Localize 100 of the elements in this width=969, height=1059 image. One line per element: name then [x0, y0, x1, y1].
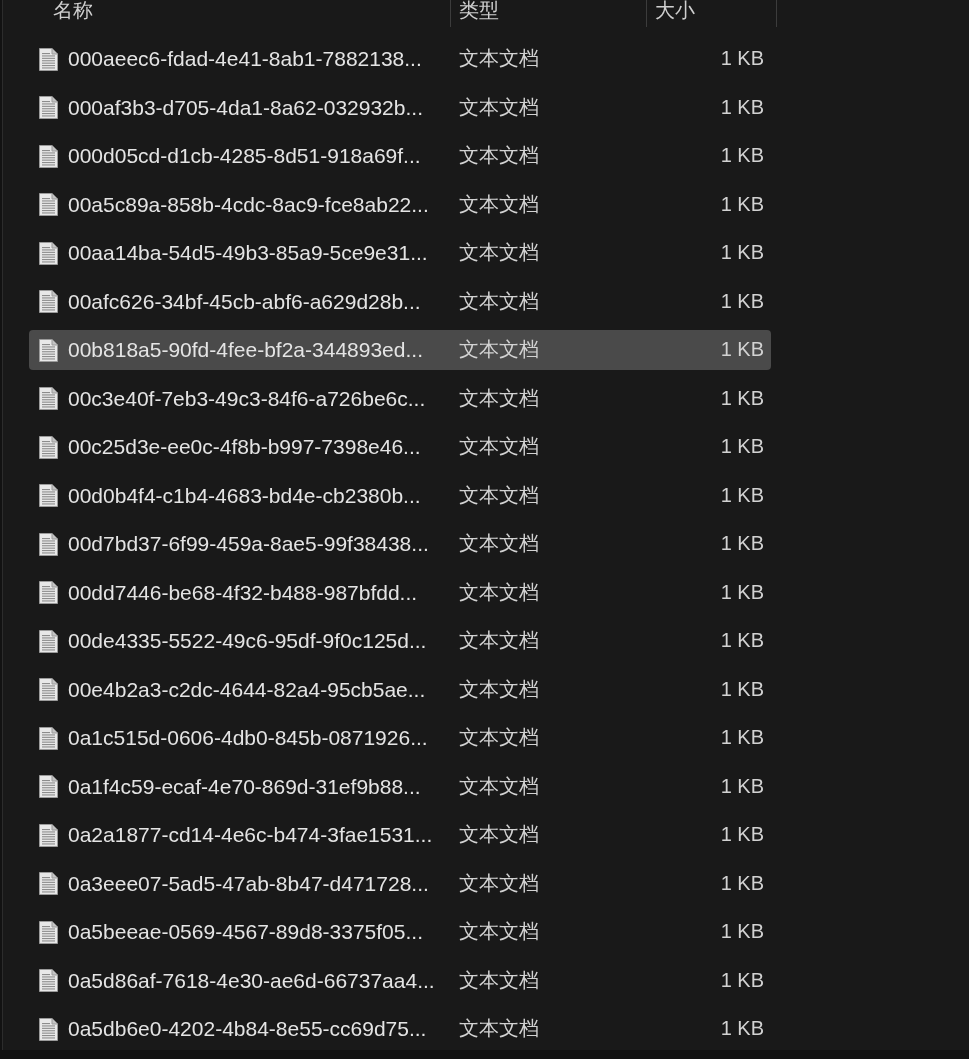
document-icon	[39, 872, 58, 895]
document-icon	[39, 290, 58, 313]
file-name: 000d05cd-d1cb-4285-8d51-918a69f...	[68, 144, 421, 168]
file-size: 1 KB	[720, 144, 764, 166]
file-name: 000aeec6-fdad-4e41-8ab1-7882138...	[68, 47, 422, 71]
document-icon	[39, 47, 58, 71]
file-size: 1 KB	[720, 1017, 764, 1039]
file-type: 文本文档	[459, 823, 539, 845]
file-row[interactable]: 00e4b2a3-c2dc-4644-82a4-95cb5ae... 文本文档 1 KB	[29, 669, 771, 710]
file-row[interactable]: 0a1f4c59-ecaf-4e70-869d-31ef9b88... 文本文档 1 KB	[29, 766, 771, 807]
file-type: 文本文档	[459, 95, 539, 118]
document-icon	[39, 775, 58, 798]
file-type: 文本文档	[459, 435, 539, 457]
file-row[interactable]: 0a3eee07-5ad5-47ab-8b47-d471728... 文本文档 1 KB	[29, 863, 771, 904]
file-name: 00c3e40f-7eb3-49c3-84f6-a726be6c...	[68, 386, 426, 411]
file-name: 00b818a5-90fd-4fee-bf2a-344893ed...	[68, 338, 423, 362]
file-type: 文本文档	[459, 1017, 539, 1039]
column-header[interactable]: 大小	[646, 0, 777, 27]
file-row[interactable]: 00d0b4f4-c1b4-4683-bd4e-cb2380b... 文本文档 1 KB	[29, 475, 771, 516]
file-size: 1 KB	[720, 871, 764, 894]
document-icon	[39, 484, 58, 507]
document-icon	[39, 144, 58, 168]
file-size: 1 KB	[720, 532, 764, 554]
file-name: 0a5db6e0-4202-4b84-8e55-cc69d75...	[68, 1017, 427, 1041]
document-icon	[39, 581, 58, 604]
file-type: 文本文档	[459, 338, 539, 360]
file-row[interactable]: 00de4335-5522-49c6-95df-9f0c125d... 文本文档 1 KB	[29, 621, 771, 661]
file-size: 1 KB	[720, 968, 764, 991]
document-icon	[39, 726, 58, 750]
file-row[interactable]: 0a5beeae-0569-4567-89d8-3375f05... 文本文档 1 KB	[29, 912, 771, 952]
file-name: 00de4335-5522-49c6-95df-9f0c125d...	[68, 629, 427, 653]
file-row[interactable]: 00c3e40f-7eb3-49c3-84f6-a726be6c... 文本文档 1 KB	[29, 378, 771, 419]
file-row[interactable]: 00c25d3e-ee0c-4f8b-b997-7398e46... 文本文档 1 KB	[29, 427, 771, 467]
file-name: 00dd7446-be68-4f32-b488-987bfdd...	[68, 580, 418, 605]
file-row[interactable]: 0a1c515d-0606-4db0-845b-0871926... 文本文档 1 KB	[29, 718, 771, 758]
document-icon	[39, 823, 58, 847]
file-type: 文本文档	[459, 144, 539, 166]
file-row[interactable]: 000d05cd-d1cb-4285-8d51-918a69f... 文本文档 1 KB	[29, 136, 771, 176]
document-icon	[39, 629, 58, 653]
file-name: 0a5d86af-7618-4e30-ae6d-66737aa4...	[68, 968, 435, 993]
file-type: 文本文档	[459, 289, 539, 312]
file-size: 1 KB	[720, 338, 764, 360]
file-size: 1 KB	[720, 726, 764, 748]
file-type: 文本文档	[459, 629, 539, 651]
file-name: 00afc626-34bf-45cb-abf6-a629d28b...	[68, 289, 421, 314]
file-size: 1 KB	[720, 774, 764, 797]
file-type: 文本文档	[459, 192, 539, 215]
file-size: 1 KB	[720, 629, 764, 651]
file-name: 00d0b4f4-c1b4-4683-bd4e-cb2380b...	[68, 483, 421, 508]
file-row[interactable]: 00b818a5-90fd-4fee-bf2a-344893ed... 文本文档 1 KB	[29, 330, 771, 370]
document-icon	[39, 193, 58, 216]
file-size: 1 KB	[720, 95, 764, 118]
file-row[interactable]: 000af3b3-d705-4da1-8a62-032932b... 文本文档 1 KB	[29, 87, 771, 128]
document-icon	[39, 1017, 58, 1041]
file-type: 文本文档	[459, 726, 539, 748]
file-size: 1 KB	[720, 483, 764, 506]
file-type: 文本文档	[459, 386, 539, 409]
file-size: 1 KB	[720, 47, 764, 69]
file-name: 0a1f4c59-ecaf-4e70-869d-31ef9b88...	[68, 774, 421, 799]
file-name: 0a3eee07-5ad5-47ab-8b47-d471728...	[68, 871, 429, 896]
file-size: 1 KB	[720, 580, 764, 603]
file-row[interactable]: 0a5db6e0-4202-4b84-8e55-cc69d75... 文本文档 1 KB	[29, 1009, 771, 1049]
file-type: 文本文档	[459, 871, 539, 894]
file-row[interactable]: 00d7bd37-6f99-459a-8ae5-99f38438... 文本文档 1 KB	[29, 524, 771, 564]
file-row[interactable]: 0a5d86af-7618-4e30-ae6d-66737aa4... 文本文档 1 KB	[29, 960, 771, 1001]
file-size: 1 KB	[720, 435, 764, 457]
file-type: 文本文档	[459, 580, 539, 603]
document-icon	[39, 678, 58, 701]
file-row[interactable]: 000aeec6-fdad-4e41-8ab1-7882138... 文本文档 1 KB	[29, 39, 771, 79]
file-type: 文本文档	[459, 968, 539, 991]
document-icon	[39, 387, 58, 410]
file-name: 0a1c515d-0606-4db0-845b-0871926...	[68, 726, 428, 750]
file-type: 文本文档	[459, 241, 539, 263]
file-row[interactable]: 00afc626-34bf-45cb-abf6-a629d28b... 文本文档 1 KB	[29, 281, 771, 322]
file-name: 00e4b2a3-c2dc-4644-82a4-95cb5ae...	[68, 677, 426, 702]
file-size: 1 KB	[720, 192, 764, 215]
file-name: 00a5c89a-858b-4cdc-8ac9-fce8ab22...	[68, 192, 429, 217]
file-size: 1 KB	[720, 823, 764, 845]
file-size: 1 KB	[720, 920, 764, 942]
file-size: 1 KB	[720, 677, 764, 700]
file-name: 00d7bd37-6f99-459a-8ae5-99f38438...	[68, 532, 429, 556]
file-name: 0a2a1877-cd14-4e6c-b474-3fae1531...	[68, 823, 433, 847]
file-name: 00aa14ba-54d5-49b3-85a9-5ce9e31...	[68, 241, 428, 265]
file-row[interactable]: 0a2a1877-cd14-4e6c-b474-3fae1531... 文本文档 1 KB	[29, 815, 771, 855]
file-name: 000af3b3-d705-4da1-8a62-032932b...	[68, 95, 423, 120]
column-header[interactable]: 类型	[450, 0, 646, 27]
file-row[interactable]: 00a5c89a-858b-4cdc-8ac9-fce8ab22... 文本文档 1 KB	[29, 184, 771, 225]
document-icon	[39, 241, 58, 265]
file-name: 0a5beeae-0569-4567-89d8-3375f05...	[68, 920, 423, 944]
file-type: 文本文档	[459, 774, 539, 797]
document-icon	[39, 435, 58, 459]
document-icon	[39, 338, 58, 362]
file-type: 文本文档	[459, 483, 539, 506]
document-icon	[39, 969, 58, 992]
file-type: 文本文档	[459, 920, 539, 942]
file-row[interactable]: 00dd7446-be68-4f32-b488-987bfdd... 文本文档 1 KB	[29, 572, 771, 613]
document-icon	[39, 96, 58, 119]
column-header[interactable]: 名称	[3, 0, 450, 27]
file-row[interactable]: 00aa14ba-54d5-49b3-85a9-5ce9e31... 文本文档 1 KB	[29, 233, 771, 273]
file-type: 文本文档	[459, 47, 539, 69]
